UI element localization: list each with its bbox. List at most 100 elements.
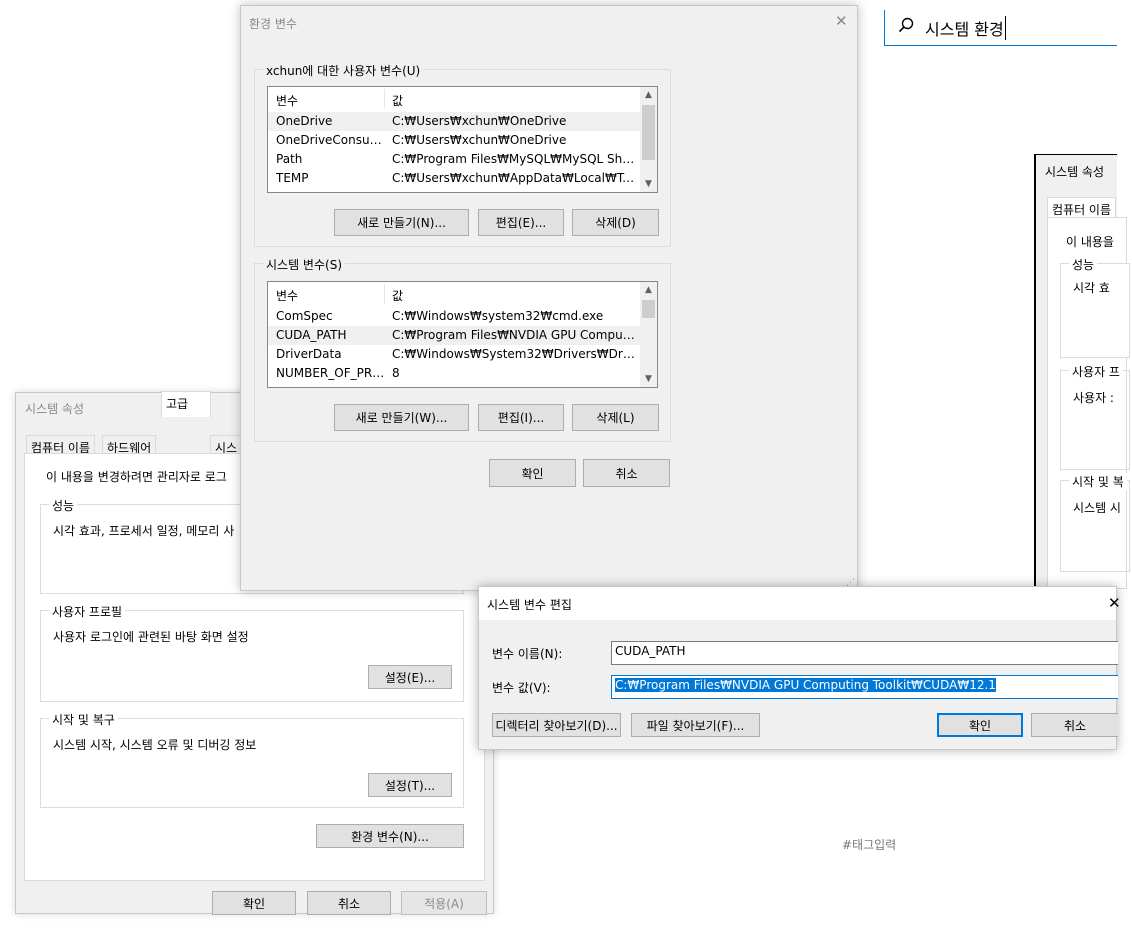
scroll-down-icon[interactable]: ▼ <box>640 371 657 387</box>
variable-name-label: 변수 이름(N): <box>492 647 563 661</box>
apply-button[interactable]: 적용(A) <box>401 891 487 915</box>
user-variables-group: xchun에 대한 사용자 변수(U) 변수 값 OneDrive C:₩Use… <box>254 62 671 247</box>
search-icon <box>897 16 915 37</box>
group-desc: 사용자 : <box>1073 391 1114 405</box>
list-row[interactable]: TEMP C:₩Users₩xchun₩AppData₩Local₩Temp <box>268 169 640 188</box>
tab-advanced[interactable]: 고급 <box>161 391 211 417</box>
column-header-value[interactable]: 값 <box>392 287 403 304</box>
ok-button[interactable]: 확인 <box>212 891 296 915</box>
system-new-button[interactable]: 새로 만들기(W)... <box>334 404 469 431</box>
list-header[interactable]: 변수 값 <box>268 87 657 111</box>
browse-file-button[interactable]: 파일 찾아보기(F)... <box>631 713 760 737</box>
variable-value-selected-text: C:₩Program Files₩NVDIA GPU Computing Too… <box>615 678 996 692</box>
list-row[interactable]: OneDriveConsumer C:₩Users₩xchun₩OneDrive <box>268 131 640 150</box>
row-name: ComSpec <box>276 309 333 323</box>
user-delete-button[interactable]: 삭제(D) <box>572 209 659 236</box>
row-name: TEMP <box>276 171 309 185</box>
row-value: 8 <box>392 366 400 380</box>
column-separator <box>384 89 385 109</box>
group-label: 시작 및 복 <box>1069 473 1127 490</box>
window-title: 시스템 속성 <box>25 402 85 416</box>
startup-group: 시작 및 복 시스템 시 <box>1060 473 1130 572</box>
variable-value-field[interactable]: C:₩Program Files₩NVDIA GPU Computing Too… <box>611 675 1118 699</box>
list-row[interactable]: Path C:₩Program Files₩MySQL₩MySQL Shell … <box>268 150 640 169</box>
scroll-thumb[interactable] <box>642 105 655 160</box>
environment-variables-dialog: 환경 변수 ✕ xchun에 대한 사용자 변수(U) 변수 값 OneDriv… <box>240 5 858 591</box>
system-variables-label: 시스템 변수(S) <box>263 256 345 273</box>
row-name: CUDA_PATH <box>276 328 347 342</box>
search-box[interactable]: 시스템 환경 <box>884 10 1117 46</box>
vertical-scrollbar[interactable]: ▲ ▼ <box>640 282 657 387</box>
cancel-button[interactable]: 취소 <box>583 459 670 487</box>
cancel-button[interactable]: 취소 <box>1031 713 1118 737</box>
variable-name-field[interactable]: CUDA_PATH <box>611 641 1118 665</box>
startup-recovery-desc: 시스템 시작, 시스템 오류 및 디버깅 정보 <box>53 738 257 752</box>
user-profile-label: 사용자 프로필 <box>49 603 126 620</box>
user-new-button[interactable]: 새로 만들기(N)... <box>334 209 469 236</box>
row-name: Path <box>276 152 303 166</box>
environment-variables-button[interactable]: 환경 변수(N)... <box>316 824 464 848</box>
system-variables-list[interactable]: 변수 값 ComSpec C:₩Windows₩system32₩cmd.exe… <box>267 281 658 388</box>
variable-value-label: 변수 값(V): <box>492 681 551 695</box>
row-name: NUMBER_OF_PROCESSORS <box>276 366 388 380</box>
column-separator <box>384 284 385 304</box>
group-desc: 시각 효 <box>1073 281 1110 295</box>
column-header-value[interactable]: 값 <box>392 92 403 109</box>
admin-notice: 이 내용을 변경하려면 관리자로 로그 <box>46 470 227 484</box>
user-variables-list[interactable]: 변수 값 OneDrive C:₩Users₩xchun₩OneDrive On… <box>267 86 658 193</box>
row-value: C:₩Program Files₩NVDIA GPU Computing Too… <box>392 328 638 342</box>
system-edit-button[interactable]: 편집(I)... <box>478 404 564 431</box>
row-value: C:₩Windows₩System32₩Drivers₩DriverData <box>392 347 638 361</box>
vertical-scrollbar[interactable]: ▲ ▼ <box>640 87 657 192</box>
list-header[interactable]: 변수 값 <box>268 282 657 306</box>
scroll-thumb[interactable] <box>642 300 655 318</box>
column-header-variable[interactable]: 변수 <box>276 287 298 304</box>
scroll-down-icon[interactable]: ▼ <box>640 176 657 192</box>
row-name: OneDrive <box>276 114 333 128</box>
titlebar[interactable]: 시스템 변수 편집 ✕ <box>479 587 1121 620</box>
user-profile-group: 사용자 프 사용자 : <box>1060 363 1130 470</box>
edit-system-variable-dialog: 시스템 변수 편집 ✕ 변수 이름(N): CUDA_PATH 변수 값(V):… <box>478 586 1121 750</box>
row-value: C:₩Windows₩system32₩cmd.exe <box>392 309 604 323</box>
list-row[interactable]: ComSpec C:₩Windows₩system32₩cmd.exe <box>268 307 640 326</box>
ok-button[interactable]: 확인 <box>937 713 1023 737</box>
scroll-up-icon[interactable]: ▲ <box>640 87 657 103</box>
close-icon[interactable]: ✕ <box>1108 594 1121 612</box>
group-label: 성능 <box>1069 256 1098 273</box>
search-input-text[interactable]: 시스템 환경 <box>925 16 1006 40</box>
column-header-variable[interactable]: 변수 <box>276 92 298 109</box>
cancel-button[interactable]: 취소 <box>307 891 391 915</box>
dialog-title: 환경 변수 <box>249 17 297 31</box>
user-profile-desc: 사용자 로그인에 관련된 바탕 화면 설정 <box>53 630 249 644</box>
window-title: 시스템 속성 <box>1045 165 1105 179</box>
row-value: C:₩Users₩xchun₩OneDrive <box>392 114 567 128</box>
user-edit-button[interactable]: 편집(E)... <box>478 209 564 236</box>
row-name: OneDriveConsumer <box>276 133 388 147</box>
list-row[interactable]: NUMBER_OF_PROCESSORS 8 <box>268 364 640 383</box>
row-value: C:₩Users₩xchun₩OneDrive <box>392 133 567 147</box>
tab-panel: 이 내용을 성능 시각 효 사용자 프 사용자 : 시작 및 복 시스템 시 <box>1047 217 1130 589</box>
performance-group: 성능 시각 효 <box>1060 256 1130 358</box>
row-name: DriverData <box>276 347 342 361</box>
group-label: 사용자 프 <box>1069 363 1123 380</box>
tag-input-text[interactable]: #태그입력 <box>842 836 896 853</box>
user-variables-label: xchun에 대한 사용자 변수(U) <box>263 62 424 79</box>
group-desc: 시스템 시 <box>1073 501 1121 515</box>
startup-recovery-group: 시작 및 복구 시스템 시작, 시스템 오류 및 디버깅 정보 설정(T)... <box>40 711 464 808</box>
startup-recovery-settings-button[interactable]: 설정(T)... <box>368 773 452 797</box>
list-row-selected[interactable]: CUDA_PATH C:₩Program Files₩NVDIA GPU Com… <box>268 326 640 345</box>
performance-desc: 시각 효과, 프로세서 일정, 메모리 사 <box>53 524 235 538</box>
list-row[interactable]: DriverData C:₩Windows₩System32₩Drivers₩D… <box>268 345 640 364</box>
user-profile-settings-button[interactable]: 설정(E)... <box>368 665 452 689</box>
dialog-title: 시스템 변수 편집 <box>487 598 572 612</box>
system-delete-button[interactable]: 삭제(L) <box>572 404 659 431</box>
notice-text: 이 내용을 <box>1066 235 1114 249</box>
list-row[interactable]: OneDrive C:₩Users₩xchun₩OneDrive <box>268 112 640 131</box>
startup-recovery-label: 시작 및 복구 <box>49 711 118 728</box>
ok-button[interactable]: 확인 <box>489 459 576 487</box>
row-value: C:₩Users₩xchun₩AppData₩Local₩Temp <box>392 171 638 185</box>
scroll-up-icon[interactable]: ▲ <box>640 282 657 298</box>
browse-directory-button[interactable]: 디렉터리 찾아보기(D)... <box>492 713 621 737</box>
row-value: C:₩Program Files₩MySQL₩MySQL Shell 8.0₩b… <box>392 152 638 166</box>
close-icon[interactable]: ✕ <box>835 12 848 30</box>
